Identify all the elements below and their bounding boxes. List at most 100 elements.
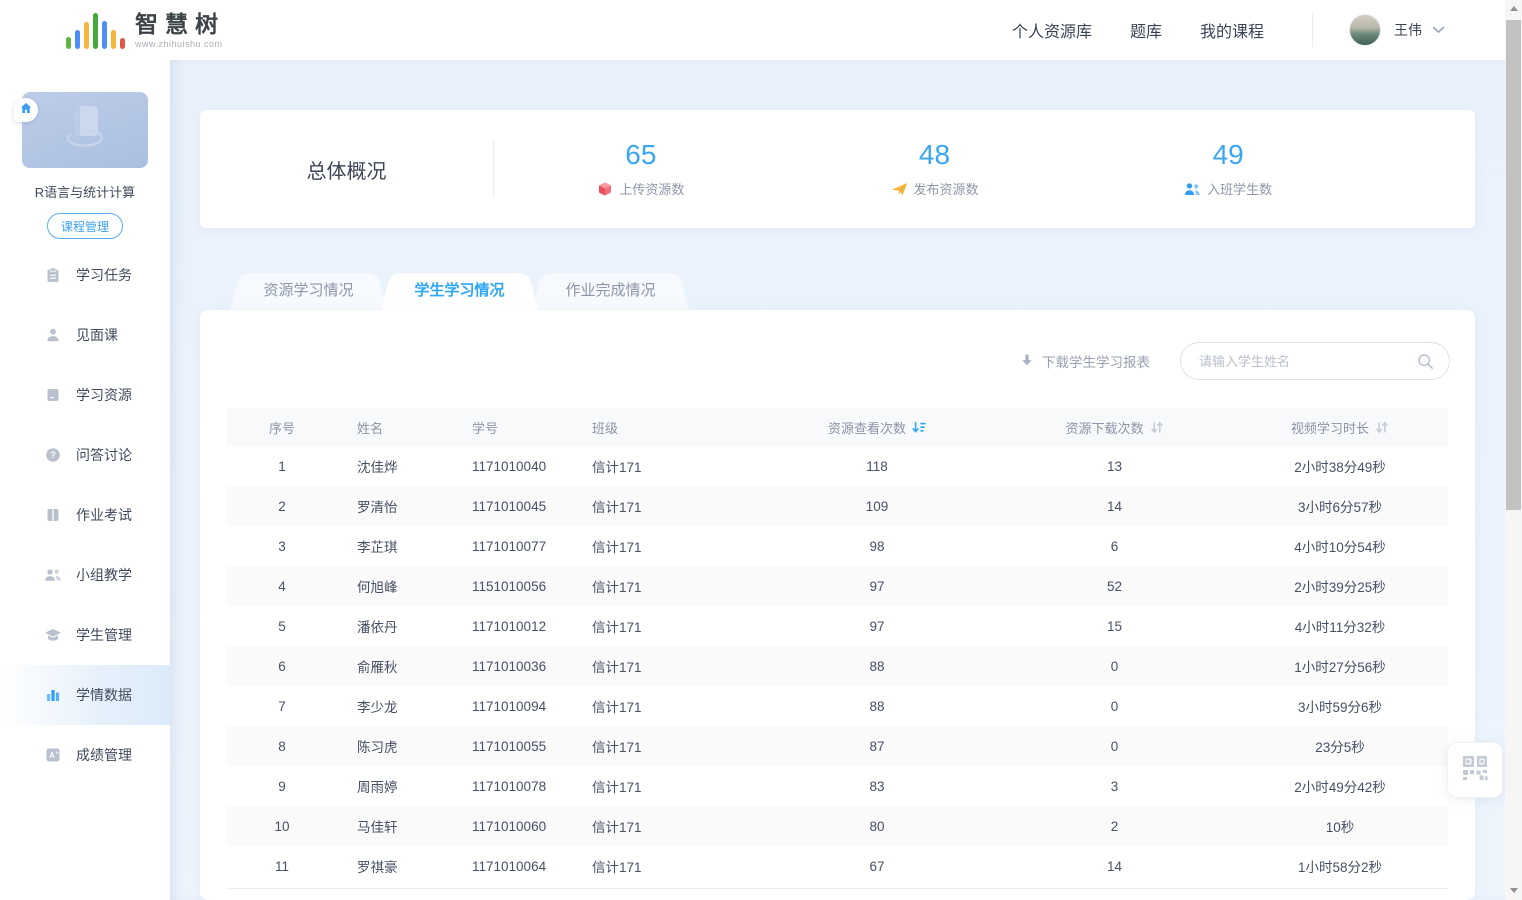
search-input[interactable] [1199, 354, 1417, 369]
cell-class: 信计171 [572, 846, 757, 886]
sidebar: R语言与统计计算 课程管理 学习任务见面课学习资源?问答讨论作业考试小组教学学生… [0, 60, 170, 900]
cell-class: 信计171 [572, 566, 757, 606]
page-scrollbar [1505, 0, 1522, 900]
logo[interactable]: 智慧树 www.zhihuishu.com [66, 11, 225, 49]
logo-bar [75, 30, 80, 49]
brand-subtitle: www.zhihuishu.com [135, 39, 225, 49]
sort-icon-views[interactable] [912, 421, 926, 434]
qr-code-button[interactable] [1447, 742, 1503, 798]
sidebar-item-label: 学习资源 [76, 385, 132, 405]
students-table: 序号姓名学号班级资源查看次数资源下载次数视频学习时长 1沈佳烨117101004… [227, 408, 1448, 886]
nav-item-my-courses[interactable]: 我的课程 [1200, 18, 1264, 42]
main-content: 总体概况 65上传资源数48发布资源数49入班学生数 资源学习情况学生学习情况作… [170, 60, 1505, 900]
sort-icon-video-duration[interactable] [1375, 421, 1389, 434]
download-icon [1020, 353, 1034, 370]
sidebar-item-homework[interactable]: 作业考试 [0, 485, 170, 545]
scrollbar-down-arrow[interactable] [1505, 882, 1522, 898]
cell-index: 2 [227, 486, 337, 526]
cell-views: 109 [757, 486, 997, 526]
grade-icon: A+ [44, 747, 62, 764]
search-box [1180, 342, 1450, 380]
cell-video-duration: 2小时49分42秒 [1232, 766, 1448, 806]
sidebar-item-tasks[interactable]: 学习任务 [0, 245, 170, 305]
table-row: 6俞雁秋1171010036信计1718801小时27分56秒 [227, 646, 1448, 686]
user-menu[interactable]: 王伟 [1349, 14, 1445, 46]
col-label: 资源查看次数 [828, 418, 906, 437]
cell-video-duration: 3小时6分57秒 [1232, 486, 1448, 526]
sidebar-item-groups[interactable]: 小组教学 [0, 545, 170, 605]
tab-student-learning[interactable]: 学生学习情况 [381, 268, 538, 310]
cell-downloads: 14 [997, 486, 1232, 526]
scrollbar-thumb[interactable] [1506, 20, 1521, 510]
clipboard-icon [44, 267, 62, 284]
course-card[interactable] [22, 92, 148, 168]
overview-stats: 65上传资源数48发布资源数49入班学生数 [494, 140, 1475, 199]
tab-homework-completion[interactable]: 作业完成情况 [532, 268, 689, 310]
home-badge[interactable] [14, 98, 38, 122]
cell-class: 信计171 [572, 766, 757, 806]
sidebar-item-meetings[interactable]: 见面课 [0, 305, 170, 365]
person-icon [44, 327, 62, 344]
avatar[interactable] [1349, 14, 1381, 46]
course-manage-button[interactable]: 课程管理 [47, 213, 123, 239]
svg-text:?: ? [50, 450, 56, 460]
overview-title: 总体概况 [200, 155, 493, 184]
user-name: 王伟 [1394, 20, 1422, 40]
chevron-down-icon[interactable] [1432, 26, 1445, 34]
sidebar-item-students[interactable]: 学生管理 [0, 605, 170, 665]
table-header-row: 序号姓名学号班级资源查看次数资源下载次数视频学习时长 [227, 408, 1448, 446]
sidebar-item-label: 小组教学 [76, 565, 132, 585]
cell-downloads: 0 [997, 686, 1232, 726]
cell-views: 80 [757, 806, 997, 846]
home-icon [20, 101, 32, 119]
table-row: 11罗祺豪1171010064信计17167141小时58分2秒 [227, 846, 1448, 886]
col-label: 序号 [269, 418, 295, 437]
cell-name: 沈佳烨 [337, 446, 447, 486]
cell-video-duration: 10秒 [1232, 806, 1448, 846]
cell-views: 67 [757, 846, 997, 886]
logo-bar [66, 37, 71, 49]
sidebar-menu: 学习任务见面课学习资源 ?问答讨论作业考试小组教学学生管理学情数据 A+ 成绩管理 [0, 245, 170, 785]
cell-name: 周雨婷 [337, 766, 447, 806]
sort-icon-downloads[interactable] [1150, 421, 1164, 434]
cell-views: 98 [757, 526, 997, 566]
sidebar-item-label: 成绩管理 [76, 745, 132, 765]
sidebar-item-grades[interactable]: A+ 成绩管理 [0, 725, 170, 785]
stat-value: 65 [494, 140, 788, 171]
cell-class: 信计171 [572, 526, 757, 566]
nav-item-question-bank[interactable]: 题库 [1130, 18, 1162, 42]
tab-resource-learning[interactable]: 资源学习情况 [230, 268, 387, 310]
cell-index: 4 [227, 566, 337, 606]
table-row: 5潘依丹1171010012信计17197154小时11分32秒 [227, 606, 1448, 646]
cell-downloads: 0 [997, 646, 1232, 686]
sidebar-item-label: 学情数据 [76, 685, 132, 705]
col-header-index: 序号 [227, 408, 337, 446]
sidebar-item-qa[interactable]: ?问答讨论 [0, 425, 170, 485]
top-bar: 智慧树 www.zhihuishu.com 个人资源库 题库 我的课程 王伟 [0, 0, 1505, 60]
students-icon [1184, 181, 1201, 197]
cell-index: 11 [227, 846, 337, 886]
download-report-link[interactable]: 下载学生学习报表 [1020, 351, 1150, 371]
nav-item-personal-resources[interactable]: 个人资源库 [1012, 18, 1092, 42]
top-nav: 个人资源库 题库 我的课程 王伟 [974, 13, 1505, 47]
col-label: 资源下载次数 [1065, 418, 1143, 437]
cell-downloads: 0 [997, 726, 1232, 766]
stat-label: 上传资源数 [619, 179, 684, 198]
cell-downloads: 3 [997, 766, 1232, 806]
cell-class: 信计171 [572, 806, 757, 846]
question-icon: ? [44, 447, 62, 464]
scrollbar-up-arrow[interactable] [1505, 0, 1522, 16]
cell-student-id: 1171010040 [447, 446, 572, 486]
tab-bar: 资源学习情况学生学习情况作业完成情况 [233, 268, 1505, 310]
col-header-views: 资源查看次数 [757, 408, 997, 446]
cell-views: 118 [757, 446, 997, 486]
chart-icon [44, 687, 62, 704]
search-icon[interactable] [1417, 353, 1434, 370]
stat-入班学生数: 49入班学生数 [1081, 140, 1375, 199]
sidebar-item-analytics[interactable]: 学情数据 [0, 665, 170, 725]
cell-name: 李少龙 [337, 686, 447, 726]
cell-downloads: 52 [997, 566, 1232, 606]
cell-views: 97 [757, 566, 997, 606]
sidebar-item-resources[interactable]: 学习资源 [0, 365, 170, 425]
col-label: 视频学习时长 [1291, 418, 1369, 437]
